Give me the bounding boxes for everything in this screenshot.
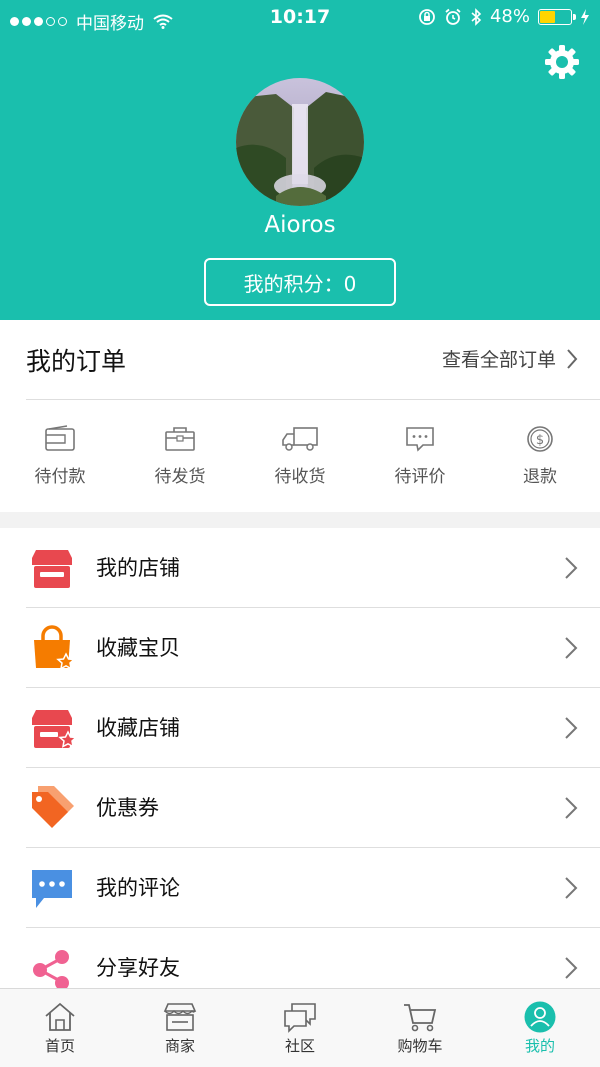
chevron-right-icon (565, 637, 578, 659)
order-label: 待收货 (274, 467, 326, 487)
user-icon (524, 1001, 556, 1033)
home-icon (45, 1002, 75, 1031)
menu-label: 收藏店铺 (96, 716, 180, 740)
charging-icon (581, 8, 589, 25)
username: Aioros (264, 212, 336, 238)
comment-icon (406, 427, 434, 452)
menu-list: 我的店铺 收藏宝贝 收藏店铺 优惠券 我的评论 分享好友 (0, 528, 600, 988)
community-icon (284, 1003, 316, 1033)
wallet-icon (45, 425, 75, 451)
menu-label: 分享好友 (96, 956, 180, 980)
tab-merchants[interactable]: 商家 (120, 989, 240, 1067)
order-label: 待付款 (34, 467, 86, 487)
tab-label: 商家 (164, 1037, 195, 1055)
tab-label: 我的 (524, 1037, 555, 1055)
menu-item-coupons[interactable]: 优惠券 (0, 768, 600, 848)
tab-label: 社区 (284, 1037, 315, 1055)
chevron-right-icon (565, 957, 578, 979)
tab-me[interactable]: 我的 (480, 989, 600, 1067)
tab-label: 购物车 (397, 1037, 443, 1055)
menu-item-favorite-items[interactable]: 收藏宝贝 (0, 608, 600, 688)
chevron-right-icon (565, 717, 578, 739)
order-pending-review[interactable]: 待评价 (360, 424, 480, 487)
battery-level (540, 10, 556, 23)
tab-bar: 首页 商家 社区 购物车 我的 (0, 988, 600, 1067)
menu-item-share-friends[interactable]: 分享好友 (0, 928, 600, 988)
tab-home[interactable]: 首页 (0, 989, 120, 1067)
order-refund[interactable]: $ 退款 (480, 424, 600, 487)
view-all-orders-link[interactable]: 查看全部订单 (442, 345, 578, 372)
battery-icon (538, 8, 576, 25)
bluetooth-icon (471, 7, 482, 26)
orders-title: 我的订单 (26, 347, 127, 376)
order-pending-receipt[interactable]: 待收货 (240, 424, 360, 487)
svg-text:$: $ (536, 433, 544, 448)
divider (26, 399, 600, 400)
menu-label: 我的评论 (96, 876, 180, 900)
tag-icon (32, 786, 74, 828)
menu-item-favorite-stores[interactable]: 收藏店铺 (0, 688, 600, 768)
chevron-right-icon (567, 348, 578, 369)
settings-gear-icon[interactable] (542, 42, 582, 82)
menu-label: 我的店铺 (96, 556, 180, 580)
order-pending-shipment[interactable]: 待发货 (120, 424, 240, 487)
chevron-right-icon (565, 557, 578, 579)
package-icon (165, 427, 195, 451)
points-button[interactable]: 我的积分：0 (204, 258, 396, 306)
orders-section: 我的订单 查看全部订单 待付款 待发货 待收货 待评价 $ 退款 (0, 320, 600, 512)
order-pending-payment[interactable]: 待付款 (0, 424, 120, 487)
status-bar: 中国移动 10:17 48% (0, 0, 600, 36)
store-star-icon (32, 710, 76, 748)
menu-label: 优惠券 (96, 796, 159, 820)
rotation-lock-icon (419, 8, 435, 25)
menu-item-my-store[interactable]: 我的店铺 (0, 528, 600, 608)
tab-cart[interactable]: 购物车 (360, 989, 480, 1067)
truck-icon (282, 427, 318, 451)
chat-icon (32, 870, 72, 908)
alarm-icon (445, 8, 461, 25)
battery-percentage: 48% (489, 6, 530, 27)
menu-item-my-comments[interactable]: 我的评论 (0, 848, 600, 928)
order-label: 退款 (523, 467, 557, 487)
chevron-right-icon (565, 877, 578, 899)
bag-star-icon (34, 625, 76, 670)
shop-icon (163, 1003, 197, 1031)
menu-label: 收藏宝贝 (96, 636, 180, 660)
share-icon (33, 950, 69, 988)
view-all-orders-label: 查看全部订单 (441, 349, 556, 371)
order-label: 待评价 (394, 467, 446, 487)
waterfall-photo (236, 78, 364, 206)
tab-label: 首页 (44, 1037, 75, 1055)
store-icon (32, 550, 72, 588)
refund-icon: $ (527, 426, 553, 452)
avatar[interactable] (236, 78, 364, 206)
chevron-right-icon (565, 797, 578, 819)
cart-icon (404, 1004, 437, 1032)
tab-community[interactable]: 社区 (240, 989, 360, 1067)
order-label: 待发货 (154, 467, 206, 487)
profile-header: 中国移动 10:17 48% Aioros 我的积分：0 (0, 0, 600, 320)
